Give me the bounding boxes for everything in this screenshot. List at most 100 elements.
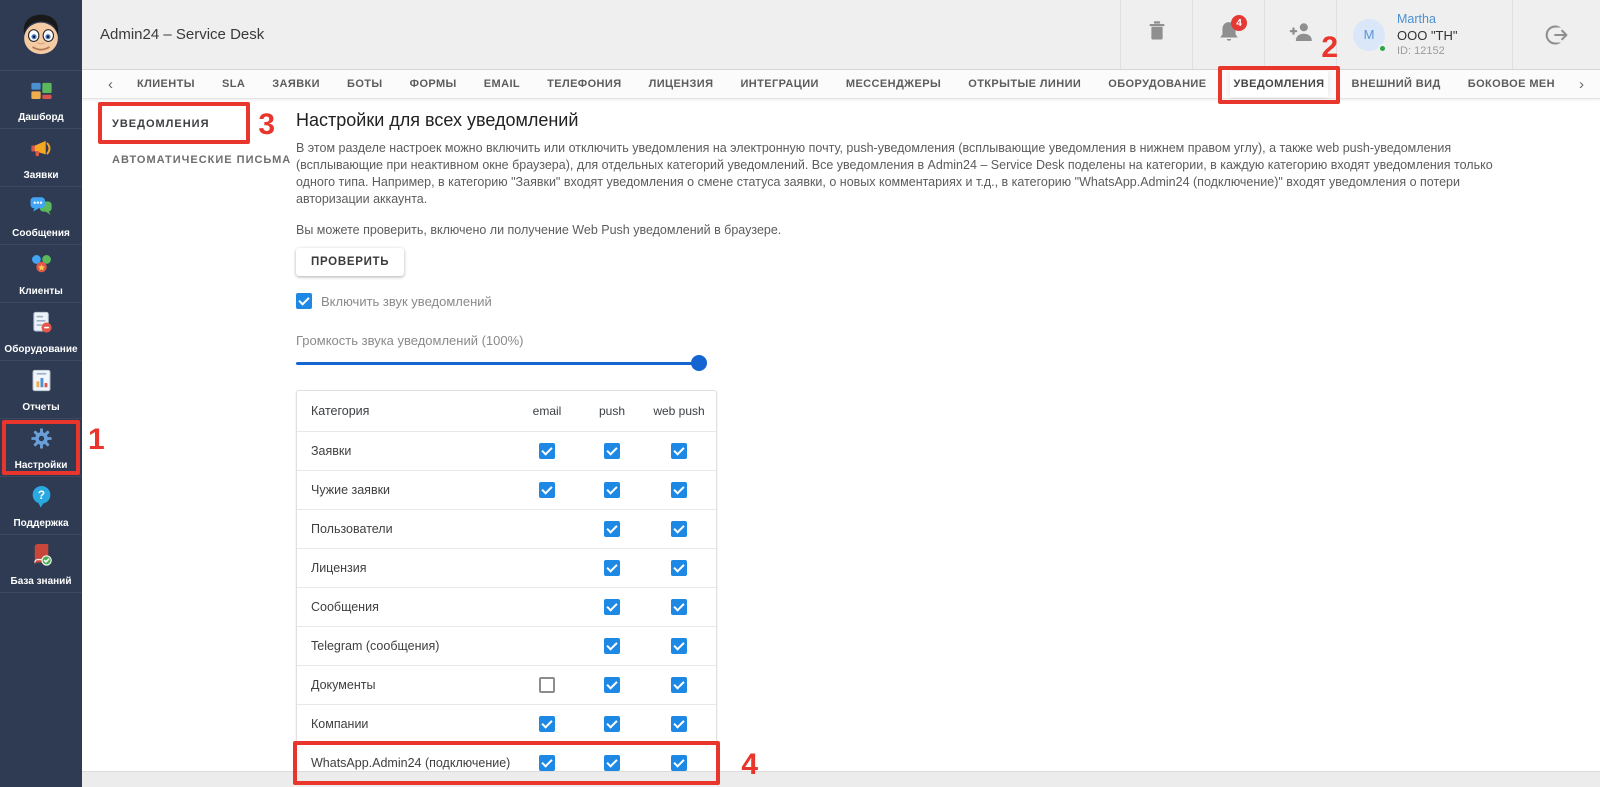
web-push-checkbox[interactable] <box>671 599 687 615</box>
tab-sla[interactable]: SLA <box>218 71 249 97</box>
push-checkbox[interactable] <box>604 599 620 615</box>
sidebar-item-dashboard[interactable]: Дашборд <box>0 71 82 129</box>
user-menu[interactable]: M Martha ООО "ТН" ID: 12152 <box>1336 0 1512 69</box>
app-logo-avatar[interactable] <box>0 0 82 70</box>
category-label: Сообщения <box>311 600 379 614</box>
tabs-list: КЛИЕНТЫ SLA ЗАЯВКИ БОТЫ ФОРМЫ EMAIL ТЕЛЕФОНИЯ Л… <box>133 33 1559 104</box>
tab-клиенты[interactable]: КЛИЕНТЫ <box>133 71 199 97</box>
push-checkbox[interactable] <box>604 482 620 498</box>
header-actions: 4 M Martha ООО "ТН" ID: 12152 <box>1120 0 1600 69</box>
logout-button[interactable] <box>1512 0 1600 69</box>
tab-формы[interactable]: ФОРМЫ <box>406 71 461 97</box>
sidebar-item-messages[interactable]: Сообщения <box>0 187 82 245</box>
email-checkbox[interactable] <box>539 755 555 771</box>
push-checkbox[interactable] <box>604 443 620 459</box>
person-add-button[interactable] <box>1264 0 1336 69</box>
category-label: Заявки <box>311 444 352 458</box>
submenu-item-уведомления[interactable]: УВЕДОМЛЕНИЯ 3 <box>98 102 296 144</box>
email-checkbox[interactable] <box>539 443 555 459</box>
volume-slider-thumb[interactable] <box>691 355 707 371</box>
email-checkbox[interactable] <box>539 482 555 498</box>
app-window: Дашборд Заявки Сообщения Клиенты Оборудовани… <box>0 0 1600 787</box>
cell-web-push <box>642 443 716 459</box>
reports-icon <box>28 367 55 399</box>
email-checkbox[interactable] <box>539 677 555 693</box>
cell-push <box>582 599 642 615</box>
push-checkbox[interactable] <box>604 521 620 537</box>
push-checkbox[interactable] <box>604 638 620 654</box>
tab-заявки[interactable]: ЗАЯВКИ <box>268 71 324 97</box>
push-checkbox[interactable] <box>604 677 620 693</box>
push-checkbox[interactable] <box>604 755 620 771</box>
tab-открытые-линии[interactable]: ОТКРЫТЫЕ ЛИНИИ <box>964 71 1085 97</box>
web-push-checkbox[interactable] <box>671 560 687 576</box>
main-body: УВЕДОМЛЕНИЯ 3 АВТОМАТИЧЕСКИЕ ПИСЬМА Настро… <box>82 99 1600 787</box>
svg-text:?: ? <box>37 488 44 502</box>
tabs-scroll-left-icon[interactable]: ‹ <box>108 77 113 92</box>
web-push-checkbox[interactable] <box>671 677 687 693</box>
section-description: В этом разделе настроек можно включить и… <box>296 141 1493 206</box>
online-status-dot <box>1378 43 1387 53</box>
avatar-initial: M <box>1363 27 1375 42</box>
push-checkbox[interactable] <box>604 560 620 576</box>
settings-submenu: УВЕДОМЛЕНИЯ 3 АВТОМАТИЧЕСКИЕ ПИСЬМА <box>82 99 296 178</box>
sound-checkbox[interactable] <box>296 293 312 309</box>
cell-email <box>512 716 582 732</box>
equipment-icon <box>28 309 55 341</box>
tab-лицензия[interactable]: ЛИЦЕНЗИЯ <box>645 71 718 97</box>
email-checkbox[interactable] <box>539 716 555 732</box>
tab-мессенджеры[interactable]: МЕССЕНДЖЕРЫ <box>842 71 945 97</box>
annotation-step-number: 3 <box>258 108 276 141</box>
table-row: Telegram (сообщения) <box>297 626 716 665</box>
submenu-item-автоматические-письма[interactable]: АВТОМАТИЧЕСКИЕ ПИСЬМА <box>99 142 296 178</box>
category-label: Компании <box>311 717 369 731</box>
tab-боковое-мен[interactable]: БОКОВОЕ МЕН <box>1464 71 1559 97</box>
volume-slider[interactable] <box>296 355 707 371</box>
category-label: Пользователи <box>311 522 393 536</box>
verify-button[interactable]: ПРОВЕРИТЬ <box>296 248 405 276</box>
notification-count-badge: 4 <box>1231 15 1247 31</box>
tabs-scroll-right-icon[interactable]: › <box>1579 77 1584 92</box>
notification-settings-panel: Настройки для всех уведомлений В этом ра… <box>293 110 1586 785</box>
cell-web-push <box>642 560 716 576</box>
web-push-checkbox[interactable] <box>671 638 687 654</box>
web-push-checkbox[interactable] <box>671 716 687 732</box>
sidebar-item-tickets[interactable]: Заявки <box>0 129 82 187</box>
category-label: Документы <box>311 678 376 692</box>
sidebar-item-reports[interactable]: Отчеты <box>0 361 82 419</box>
web-push-checkbox[interactable] <box>671 443 687 459</box>
column-header: email <box>532 404 562 418</box>
cell-web-push <box>642 521 716 537</box>
volume-slider-track[interactable] <box>296 362 704 365</box>
sound-toggle-row[interactable]: Включить звук уведомлений <box>296 293 1586 309</box>
tab-интеграции[interactable]: ИНТЕГРАЦИИ <box>737 71 823 97</box>
sidebar-item-knowledge[interactable]: База знаний <box>0 535 82 593</box>
trash-button[interactable] <box>1120 0 1192 69</box>
sidebar-item-clients[interactable]: Клиенты <box>0 245 82 303</box>
web-push-checkbox[interactable] <box>671 755 687 771</box>
cell-email <box>512 482 582 498</box>
cell-push <box>582 755 642 771</box>
clients-icon <box>28 251 55 283</box>
tab-телефония[interactable]: ТЕЛЕФОНИЯ <box>543 71 625 97</box>
push-checkbox[interactable] <box>604 716 620 732</box>
sidebar-item-label: Клиенты <box>19 285 63 297</box>
bell-button[interactable]: 4 <box>1192 0 1264 69</box>
cell-email <box>512 755 582 771</box>
tab-боты[interactable]: БОТЫ <box>343 71 387 97</box>
tab-email[interactable]: EMAIL <box>480 71 524 97</box>
sidebar-item-settings[interactable]: Настройки 1 <box>0 419 105 477</box>
tab-внешний-вид[interactable]: ВНЕШНИЙ ВИД <box>1348 71 1445 97</box>
chat-icon <box>28 193 55 225</box>
page-title: Admin24 – Service Desk <box>100 26 265 43</box>
tab-оборудование[interactable]: ОБОРУДОВАНИЕ <box>1104 71 1210 97</box>
tab-уведомления[interactable]: УВЕДОМЛЕНИЯ 2 <box>1217 33 1341 104</box>
sidebar-item-support[interactable]: ? Поддержка <box>0 477 82 535</box>
cell-web-push <box>642 638 716 654</box>
web-push-checkbox[interactable] <box>671 521 687 537</box>
web-push-checkbox[interactable] <box>671 482 687 498</box>
sidebar-item-equipment[interactable]: Оборудование <box>0 303 82 361</box>
category-label: Чужие заявки <box>311 483 391 497</box>
table-row: Сообщения <box>297 587 716 626</box>
sidebar-item-label: Оборудование <box>4 343 78 355</box>
